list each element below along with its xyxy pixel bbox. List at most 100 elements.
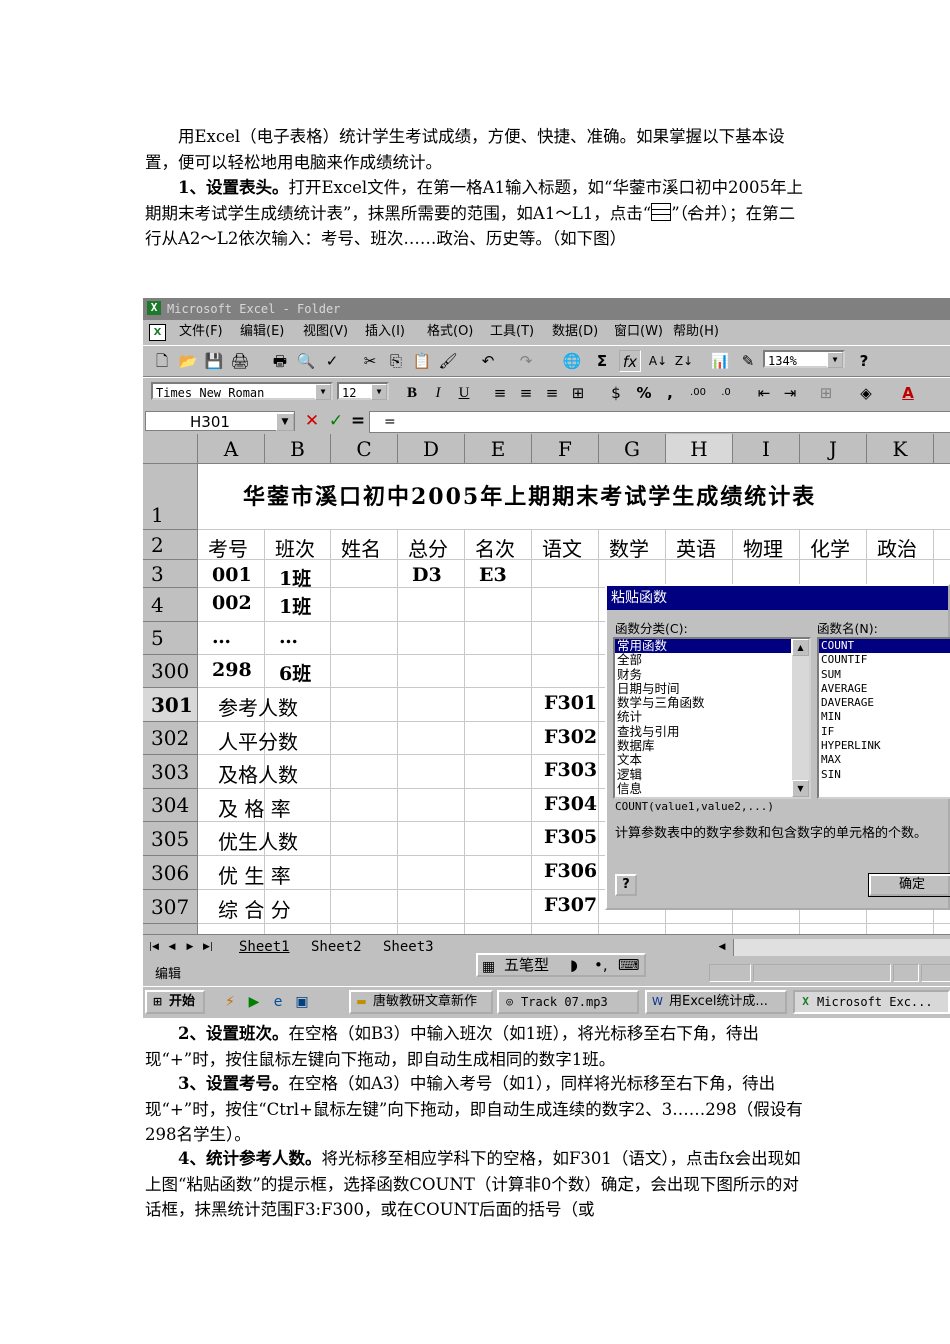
category-item[interactable]: 查找与引用 xyxy=(615,724,809,739)
punctuation-icon[interactable]: •, xyxy=(594,955,608,975)
drawing-icon[interactable]: ✎ xyxy=(737,350,759,372)
menu-item[interactable]: 工具(T) xyxy=(490,320,534,344)
task-excel[interactable]: X Microsoft Exc... xyxy=(793,990,950,1014)
workbook-icon[interactable]: X xyxy=(149,324,166,341)
column-header[interactable]: I xyxy=(733,434,800,464)
half-width-icon[interactable]: ◗ xyxy=(570,955,578,975)
row-header[interactable]: 302 xyxy=(143,722,198,755)
comma-icon[interactable]: , xyxy=(659,382,681,404)
format-painter-icon[interactable]: 🖌 xyxy=(437,350,459,372)
category-item[interactable]: 文本 xyxy=(615,753,809,768)
category-item[interactable]: 数据库 xyxy=(615,738,809,753)
task-player[interactable]: ◎ Track 07.mp3 xyxy=(497,990,639,1014)
open-icon[interactable]: 📂 xyxy=(177,350,199,372)
save-icon[interactable]: 💾 xyxy=(203,350,225,372)
sheet-tab-2[interactable]: Sheet2 xyxy=(311,937,362,957)
function-item[interactable]: SUM xyxy=(819,668,950,682)
currency-icon[interactable]: $ xyxy=(605,382,627,404)
row-header[interactable]: 304 xyxy=(143,789,198,822)
sheet-tab-1[interactable]: Sheet1 xyxy=(239,937,290,957)
menu-item[interactable]: 窗口(W) xyxy=(614,320,663,344)
column-header[interactable]: B xyxy=(265,434,331,464)
autosum-icon[interactable]: Σ xyxy=(591,350,613,372)
column-header[interactable]: H xyxy=(666,434,733,464)
prev-sheet-icon[interactable]: ◀ xyxy=(165,939,179,955)
column-header[interactable]: G xyxy=(599,434,666,464)
italic-icon[interactable]: I xyxy=(427,382,449,404)
function-item[interactable]: MAX xyxy=(819,753,950,767)
function-item[interactable]: COUNT xyxy=(819,639,950,654)
row-header[interactable]: 3 xyxy=(143,560,198,588)
copy-icon[interactable]: ⎘ xyxy=(385,350,407,372)
horizontal-scrollbar[interactable] xyxy=(733,939,950,956)
zoom-select[interactable]: 134% ▼ xyxy=(763,350,845,368)
increase-indent-icon[interactable]: ⇥ xyxy=(779,382,801,404)
bold-icon[interactable]: B xyxy=(401,382,423,404)
preview-icon[interactable]: 🔍 xyxy=(295,350,317,372)
next-sheet-icon[interactable]: ▶ xyxy=(183,939,197,955)
category-item[interactable]: 财务 xyxy=(615,667,809,682)
row-header[interactable]: 305 xyxy=(143,822,198,856)
borders-icon[interactable]: ⊞ xyxy=(815,382,837,404)
row-header[interactable]: 4 xyxy=(143,588,198,622)
category-item[interactable]: 全部 xyxy=(615,652,809,667)
quick-launch-icon[interactable]: ⚡ xyxy=(221,993,239,1011)
scroll-up-icon[interactable]: ▲ xyxy=(792,639,809,656)
name-box[interactable]: H301 ▼ xyxy=(145,411,295,431)
new-icon[interactable]: 🗋 xyxy=(151,350,173,372)
underline-icon[interactable]: U xyxy=(453,382,475,404)
function-item[interactable]: SIN xyxy=(819,768,950,782)
ie-icon[interactable]: e xyxy=(269,993,287,1011)
last-sheet-icon[interactable]: ▶| xyxy=(201,939,215,955)
cancel-icon[interactable]: ✕ xyxy=(301,411,323,431)
sheet-tab-3[interactable]: Sheet3 xyxy=(383,937,434,957)
redo-icon[interactable]: ↷ xyxy=(515,350,537,372)
function-item[interactable]: MIN xyxy=(819,710,950,724)
task-folder[interactable]: ▬ 唐敏教研文章新作 xyxy=(349,990,493,1014)
menu-item[interactable]: 文件(F) xyxy=(179,320,223,344)
column-header[interactable]: F xyxy=(532,434,599,464)
increase-decimal-icon[interactable]: .00 xyxy=(687,382,709,404)
category-item[interactable]: 统计 xyxy=(615,710,809,725)
desktop-icon[interactable]: ▣ xyxy=(293,993,311,1011)
row-header[interactable]: 5 xyxy=(143,622,198,655)
paste-function-icon[interactable]: fx xyxy=(619,350,641,372)
media-player-icon[interactable]: ▶ xyxy=(245,993,263,1011)
percent-icon[interactable]: % xyxy=(633,382,655,404)
menu-item[interactable]: 视图(V) xyxy=(303,320,348,344)
row-header[interactable]: 300 xyxy=(143,655,198,688)
category-item[interactable]: 逻辑 xyxy=(615,767,809,782)
edit-formula-button[interactable]: = xyxy=(347,411,369,431)
cut-icon[interactable]: ✂ xyxy=(359,350,381,372)
first-sheet-icon[interactable]: |◀ xyxy=(147,939,161,955)
print-preview-icon[interactable]: 🖨 xyxy=(229,350,251,372)
fill-color-icon[interactable]: ◈ xyxy=(855,382,877,404)
row-header[interactable]: 303 xyxy=(143,755,198,789)
merge-center-icon[interactable]: ⊞ xyxy=(567,382,589,404)
row-header[interactable]: 306 xyxy=(143,856,198,890)
function-item[interactable]: DAVERAGE xyxy=(819,696,950,710)
formula-input[interactable]: = xyxy=(369,411,950,433)
undo-icon[interactable]: ↶ xyxy=(477,350,499,372)
column-header[interactable]: C xyxy=(331,434,398,464)
menu-item[interactable]: 数据(D) xyxy=(552,320,598,344)
category-scrollbar[interactable]: ▲ ▼ xyxy=(792,639,809,797)
row-header[interactable]: 307 xyxy=(143,890,198,924)
decrease-decimal-icon[interactable]: .0 xyxy=(715,382,737,404)
column-header[interactable]: K xyxy=(867,434,934,464)
chart-wizard-icon[interactable]: 📊 xyxy=(709,350,731,372)
hscroll-left-icon[interactable]: ◀ xyxy=(715,939,729,955)
function-item[interactable]: AVERAGE xyxy=(819,682,950,696)
decrease-indent-icon[interactable]: ⇤ xyxy=(753,382,775,404)
category-item[interactable]: 常用函数 xyxy=(615,639,791,654)
start-button[interactable]: ⊞ 开始 xyxy=(145,990,205,1014)
column-header[interactable]: J xyxy=(800,434,867,464)
function-item[interactable]: IF xyxy=(819,725,950,739)
category-item[interactable]: 日期与时间 xyxy=(615,681,809,696)
task-word[interactable]: W 用Excel统计成... xyxy=(645,990,787,1014)
category-list[interactable]: 常用函数 全部 财务 日期与时间 数学与三角函数 统计 查找与引用 数据库 文本 逻辑 信息 ▲ ▼ xyxy=(613,637,811,799)
font-size-select[interactable]: 12 ▼ xyxy=(337,382,389,400)
function-item[interactable]: COUNTIF xyxy=(819,653,950,667)
category-item[interactable]: 数学与三角函数 xyxy=(615,695,809,710)
row-header[interactable] xyxy=(143,924,198,934)
